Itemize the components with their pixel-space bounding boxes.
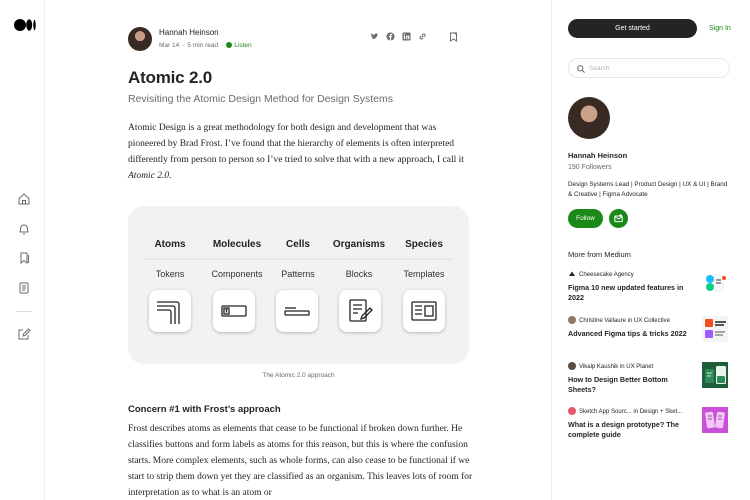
article-meta: Mar 14 · 5 min read · Listen — [159, 42, 252, 49]
component-tile — [213, 290, 255, 332]
author-avatar-icon — [568, 407, 576, 415]
story-publication-name: Sketch App Sourc... in Design + Sket... — [579, 409, 683, 415]
search-box[interactable] — [568, 58, 730, 78]
author-avatar[interactable] — [128, 27, 152, 51]
story-thumbnail[interactable] — [702, 316, 728, 342]
intro-text: Atomic Design is a great methodology for… — [128, 123, 464, 165]
template-tile — [403, 290, 445, 332]
article-title: Atomic 2.0 — [128, 68, 212, 87]
profile-avatar[interactable] — [568, 97, 610, 139]
story-publication[interactable]: Christine Vallaure in UX Collective — [568, 316, 670, 324]
story-publication[interactable]: Cheesecake Agency — [568, 270, 634, 278]
story-title[interactable]: Figma 10 new updated features in 2022 — [568, 283, 694, 303]
figure-heading: Organisms — [332, 239, 386, 250]
story-item[interactable]: Vikalp Kaushik in UX Planet How to Desig… — [568, 362, 734, 402]
copy-link-icon[interactable] — [418, 32, 427, 41]
concern-heading: Concern #1 with Frost’s approach — [128, 404, 281, 415]
story-publication[interactable]: Sketch App Sourc... in Design + Sket... — [568, 407, 682, 415]
story-item[interactable]: Sketch App Sourc... in Design + Sket... … — [568, 407, 734, 447]
search-icon — [577, 65, 585, 73]
author-avatar-icon — [568, 362, 576, 370]
figure-subheading: Templates — [403, 269, 445, 279]
get-started-button[interactable]: Get started — [568, 19, 697, 38]
medium-logo[interactable] — [14, 19, 36, 31]
read-time: 5 min read — [187, 42, 219, 49]
story-item[interactable]: Cheesecake Agency Figma 10 new updated f… — [568, 270, 734, 310]
write-icon[interactable] — [17, 327, 31, 341]
intro-end: . — [169, 171, 172, 181]
right-sidebar: Get started Sign In Hannah Heinson 190 F… — [551, 0, 750, 500]
tokens-tile — [149, 290, 191, 332]
story-title[interactable]: Advanced Figma tips & tricks 2022 — [568, 329, 694, 339]
author-avatar-icon — [568, 316, 576, 324]
subscribe-mail-icon — [614, 214, 623, 223]
story-thumbnail[interactable] — [702, 270, 728, 296]
intro-emphasis: Atomic 2.0 — [128, 171, 170, 181]
story-title[interactable]: How to Design Better Bottom Sheets? — [568, 375, 694, 395]
lists-icon[interactable] — [17, 251, 31, 265]
figure-heading: Molecules — [212, 239, 262, 250]
listen-label: Listen — [234, 42, 252, 49]
story-publication[interactable]: Vikalp Kaushik in UX Planet — [568, 362, 653, 370]
template-icon — [411, 301, 437, 321]
atomic-figure[interactable]: Atoms Tokens Molecules Components Cells … — [128, 206, 469, 364]
figure-caption: The Atomic 2.0 approach — [262, 372, 335, 379]
profile-bio: Design Systems Lead | Product Design | U… — [568, 181, 728, 198]
pattern-tile — [276, 290, 318, 332]
figure-subheading: Blocks — [345, 269, 373, 279]
search-input[interactable] — [589, 62, 719, 74]
facebook-icon[interactable] — [386, 32, 395, 41]
figure-subheading: Tokens — [155, 269, 185, 279]
author-name[interactable]: Hannah Heinson — [159, 28, 219, 37]
follow-button[interactable]: Follow — [568, 209, 603, 228]
twitter-icon[interactable] — [370, 32, 379, 41]
article-subtitle: Revisiting the Atomic Design Method for … — [128, 93, 393, 105]
follower-count[interactable]: 190 Followers — [568, 164, 612, 171]
publish-date: Mar 14 — [159, 42, 180, 49]
subscribe-button[interactable] — [609, 209, 628, 228]
figure-separator — [144, 258, 453, 260]
story-item[interactable]: Christine Vallaure in UX Collective Adva… — [568, 316, 734, 356]
pattern-icon — [284, 307, 310, 316]
intro-paragraph: Atomic Design is a great methodology for… — [128, 120, 473, 184]
listen-button[interactable]: Listen — [226, 42, 252, 49]
figure-subheading: Components — [211, 269, 263, 279]
block-tile — [339, 290, 381, 332]
bookmark-icon[interactable] — [449, 32, 458, 42]
author-row: Hannah Heinson Mar 14 · 5 min read · Listen — [128, 27, 473, 53]
home-icon[interactable] — [17, 192, 31, 206]
story-thumbnail[interactable] — [702, 362, 728, 388]
figure-heading: Species — [405, 239, 443, 250]
component-icon — [221, 305, 247, 317]
figure-subheading: Patterns — [281, 269, 315, 279]
more-from-medium-heading: More from Medium — [568, 250, 631, 259]
rail-divider — [16, 311, 32, 312]
profile-name[interactable]: Hannah Heinson — [568, 151, 627, 160]
left-rail — [0, 0, 45, 500]
story-publication-name: Christine Vallaure in UX Collective — [579, 318, 670, 324]
story-publication-name: Vikalp Kaushik in UX Planet — [579, 364, 654, 370]
story-thumbnail[interactable] — [702, 407, 728, 433]
figure-heading: Cells — [286, 239, 310, 250]
cheesecake-agency-icon — [569, 271, 575, 276]
block-icon — [349, 299, 373, 322]
stories-icon[interactable] — [17, 281, 31, 295]
concern-paragraph: Frost describes atoms as elements that c… — [128, 424, 473, 498]
story-title[interactable]: What is a design prototype? The complete… — [568, 420, 694, 440]
story-publication-name: Cheesecake Agency — [579, 272, 634, 278]
sign-in-link[interactable]: Sign In — [709, 25, 731, 32]
figure-heading: Atoms — [154, 239, 186, 250]
share-icons — [370, 32, 427, 41]
tokens-icon — [157, 301, 180, 324]
linkedin-icon[interactable] — [402, 32, 411, 41]
notifications-icon[interactable] — [17, 222, 31, 236]
play-icon — [226, 42, 233, 48]
